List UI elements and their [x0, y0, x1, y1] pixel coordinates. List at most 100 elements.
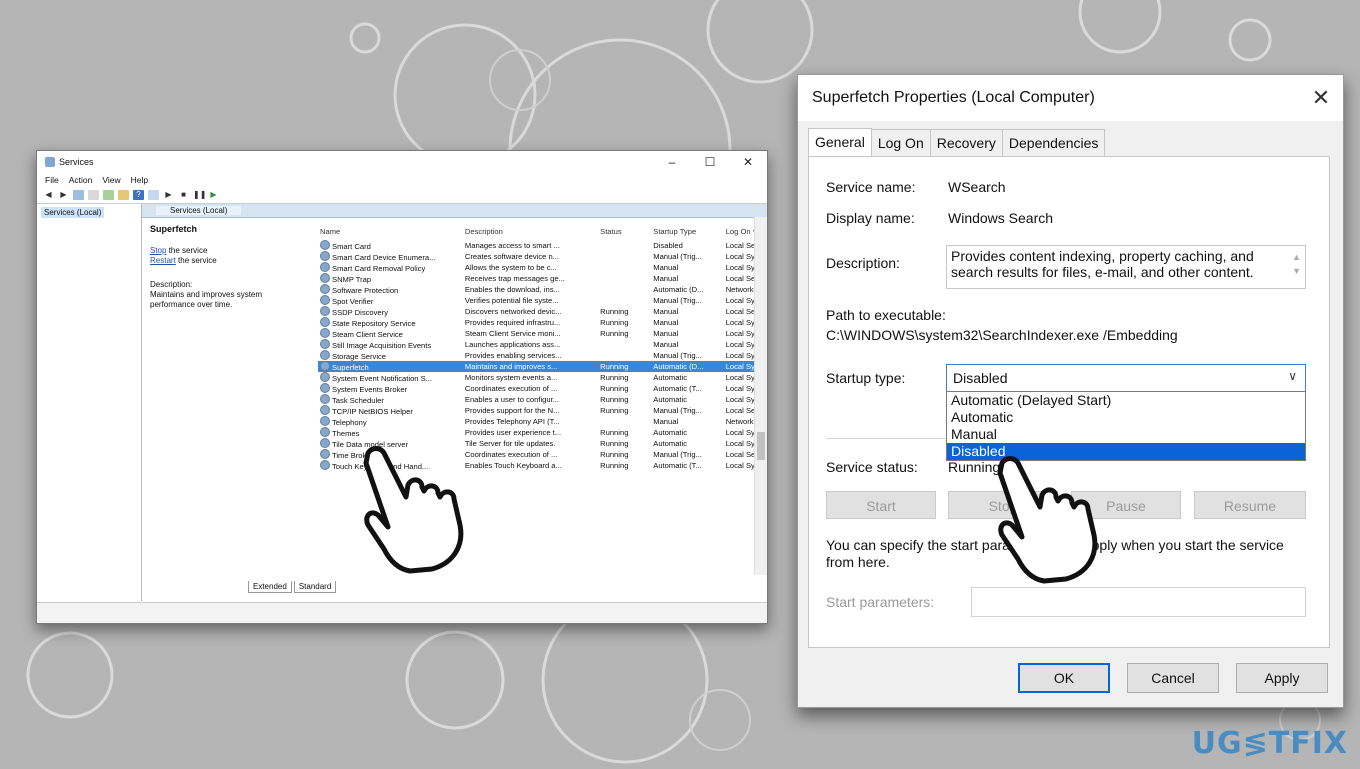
start-button[interactable]: Start [826, 491, 936, 519]
ok-button[interactable]: OK [1018, 663, 1110, 693]
table-row[interactable]: State Repository Service Provides require… [318, 317, 767, 328]
properties-icon[interactable] [88, 190, 99, 200]
cell-text: Creates software device n... [464, 252, 560, 261]
table-cell: Manual [651, 416, 723, 427]
column-header[interactable]: Description [463, 222, 598, 240]
back-arrow-icon[interactable]: ◀ [43, 190, 54, 200]
table-row[interactable]: System Events Broker Coordinates executio… [318, 383, 767, 394]
cell-text: Automatic (D... [653, 362, 704, 371]
play-icon[interactable]: ▶ [163, 190, 174, 200]
table-row[interactable]: Superfetch Maintains and improves s... Run… [318, 361, 767, 372]
cell-text: Provides Telephony API (T... [464, 417, 560, 426]
cell-text: Manual [653, 274, 679, 283]
table-row[interactable]: Telephony Provides Telephony API (T... Man… [318, 416, 767, 427]
table-cell: Manual [651, 317, 723, 328]
table-row[interactable]: System Event Notification S... Monitors s… [318, 372, 767, 383]
cancel-button[interactable]: Cancel [1127, 663, 1219, 693]
table-cell: Launches applications ass... [463, 339, 598, 350]
apply-button[interactable]: Apply [1236, 663, 1328, 693]
table-cell: Manual (Trig... [651, 405, 723, 416]
cell-text: Local Sy [725, 395, 755, 404]
maximize-button[interactable]: ☐ [691, 155, 729, 169]
cell-text: Verifies potential file syste... [464, 296, 559, 305]
dialog-close-button[interactable]: ✕ [1299, 85, 1343, 111]
table-row[interactable]: Still Image Acquisition Events Launches a… [318, 339, 767, 350]
menu-file[interactable]: File [45, 175, 59, 185]
cell-text: Superfetch [332, 363, 369, 372]
cell-text: Local Se [725, 274, 756, 283]
restart-icon[interactable]: ▶ [208, 190, 219, 200]
tab-log-on[interactable]: Log On [870, 129, 931, 157]
pause-icon[interactable]: ❚❚ [193, 190, 206, 200]
tree-item-services-local[interactable]: Services (Local) [41, 207, 105, 218]
table-row[interactable]: Software Protection Enables the download,… [318, 284, 767, 295]
table-row[interactable]: Smart Card Removal Policy Allows the syst… [318, 262, 767, 273]
vertical-scrollbar[interactable] [754, 217, 767, 575]
tab-standard[interactable]: Standard [293, 581, 337, 593]
refresh-icon[interactable] [103, 190, 114, 200]
table-row[interactable]: Smart Card Device Enumera... Creates soft… [318, 251, 767, 262]
services-toolbar: ◀ ▶ ? ▶ ■ ❚❚ ▶ [37, 187, 767, 204]
stop-icon[interactable]: ■ [178, 190, 189, 200]
service-gear-icon [320, 284, 330, 294]
cell-text: Enables Touch Keyboard a... [464, 461, 562, 470]
close-button[interactable]: ✕ [729, 155, 767, 169]
table-row[interactable]: Smart Card Manages access to smart ... Dis… [318, 240, 767, 251]
description-scroll-icon[interactable]: ▲ ▼ [1292, 250, 1301, 278]
stop-service-link[interactable]: Stop [150, 246, 166, 255]
column-header[interactable]: Status [598, 222, 651, 240]
service-details: Superfetch Stop the service Restart the … [150, 224, 305, 310]
table-row[interactable]: SNMP Trap Receives trap messages ge... Man… [318, 273, 767, 284]
column-header[interactable]: Name [318, 222, 463, 240]
table-cell: SSDP Discovery [318, 306, 463, 317]
resume-button[interactable]: Resume [1194, 491, 1306, 519]
option-automatic-delayed[interactable]: Automatic (Delayed Start) [947, 392, 1305, 409]
tab-dependencies[interactable]: Dependencies [1001, 129, 1106, 157]
table-row[interactable]: Spot Verifier Verifies potential file sys… [318, 295, 767, 306]
restart-service-link[interactable]: Restart [150, 256, 176, 265]
service-name-label: Service name: [826, 179, 916, 195]
forward-arrow-icon[interactable]: ▶ [58, 190, 69, 200]
cell-text: Automatic (D... [653, 285, 704, 294]
tab-extended[interactable]: Extended [248, 581, 292, 593]
cell-text: SSDP Discovery [332, 308, 388, 317]
menu-help[interactable]: Help [131, 175, 148, 185]
column-header[interactable]: Startup Type [651, 222, 723, 240]
menu-view[interactable]: View [102, 175, 120, 185]
cell-text: Telephony [332, 418, 367, 427]
cell-text: Smart Card [332, 242, 371, 251]
table-cell: Manual (Trig... [651, 251, 723, 262]
view-icon[interactable] [148, 190, 159, 200]
help-icon[interactable]: ? [133, 190, 144, 200]
export-icon[interactable] [118, 190, 129, 200]
table-row[interactable]: Steam Client Service Steam Client Service… [318, 328, 767, 339]
table-row[interactable]: Storage Service Provides enabling service… [318, 350, 767, 361]
table-cell: Enables a user to configur... [463, 394, 598, 405]
scrollbar-thumb[interactable] [757, 432, 765, 460]
dialog-tabs: General Log On Recovery Dependencies [808, 128, 1106, 157]
tab-general[interactable]: General [808, 128, 872, 156]
startup-type-select[interactable]: Disabled ∨ [946, 364, 1306, 392]
table-row[interactable]: Task Scheduler Enables a user to configur… [318, 394, 767, 405]
table-row[interactable]: Themes Provides user experience t... Runni… [318, 427, 767, 438]
table-row[interactable]: SSDP Discovery Discovers networked devic.… [318, 306, 767, 317]
cell-text: Provides support for the N... [464, 406, 560, 415]
option-manual[interactable]: Manual [947, 426, 1305, 443]
start-parameters-input[interactable] [971, 587, 1306, 617]
table-cell [598, 416, 651, 427]
console-tree-icon[interactable] [73, 190, 84, 200]
minimize-button[interactable]: – [653, 155, 691, 169]
table-cell: Monitors system events a... [463, 372, 598, 383]
table-cell: Automatic (D... [651, 284, 723, 295]
menu-action[interactable]: Action [69, 175, 93, 185]
chevron-down-icon: ∨ [1288, 369, 1297, 383]
tab-recovery[interactable]: Recovery [929, 129, 1003, 157]
table-cell: Smart Card Device Enumera... [318, 251, 463, 262]
description-textbox[interactable]: Provides content indexing, property cach… [946, 245, 1306, 289]
table-row[interactable]: TCP/IP NetBIOS Helper Provides support fo… [318, 405, 767, 416]
table-cell: Manual [651, 339, 723, 350]
cell-text: Network [725, 285, 754, 294]
option-automatic[interactable]: Automatic [947, 409, 1305, 426]
services-window-title: Services [59, 157, 94, 167]
cell-text: Manual (Trig... [653, 450, 702, 459]
